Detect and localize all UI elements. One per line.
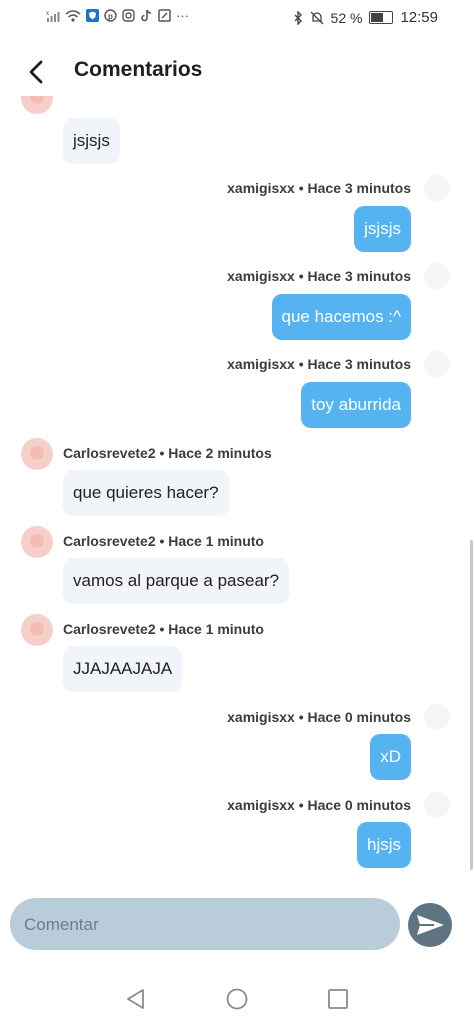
avatar[interactable] (21, 614, 53, 646)
comment-meta: Carlosrevete2 • Hace 1 minuto (63, 533, 264, 549)
nav-back-button[interactable] (124, 987, 148, 1016)
comment-bubble-outgoing: que hacemos :^ (271, 294, 411, 340)
avatar-placeholder (424, 351, 450, 377)
comment-meta: xamigisxx • Hace 3 minutos (227, 268, 411, 284)
avatar (21, 96, 53, 114)
wifi-icon (65, 9, 81, 22)
comment-meta: xamigisxx • Hace 3 minutos (227, 180, 411, 196)
comment-composer (10, 898, 400, 952)
comment-meta: Carlosrevete2 • Hace 1 minuto (63, 621, 264, 637)
signal-icon: x (46, 11, 60, 22)
comment-input[interactable] (22, 898, 386, 952)
comment-meta: Carlosrevete2 • Hace 2 minutos (63, 445, 272, 461)
comment-bubble-outgoing: toy aburrida (301, 382, 411, 428)
mute-icon (310, 11, 323, 24)
avatar-placeholder (424, 175, 450, 201)
avatar-placeholder (424, 792, 450, 818)
scrollbar[interactable] (470, 540, 473, 870)
more-notifications-icon: ··· (176, 8, 189, 23)
avatar[interactable] (21, 526, 53, 558)
instagram-icon (122, 9, 135, 22)
comments-feed[interactable]: jsjsjs xamigisxx • Hace 3 minutos jsjsjs… (0, 96, 474, 886)
nav-home-button[interactable] (225, 987, 249, 1016)
avatar[interactable] (21, 438, 53, 470)
square-recents-icon (328, 989, 348, 1009)
page-title: Comentarios (74, 58, 203, 81)
clock: 12:59 (400, 9, 438, 26)
pinterest-icon: p (104, 9, 117, 22)
avatar-placeholder (424, 263, 450, 289)
avatar-placeholder (424, 704, 450, 730)
comment-bubble-incoming: vamos al parque a pasear? (63, 558, 290, 604)
app-icon (158, 9, 171, 22)
comment-bubble-outgoing: jsjsjs (354, 206, 411, 252)
nav-recents-button[interactable] (326, 987, 350, 1016)
notification-icons: x p ··· (46, 8, 189, 23)
comment-bubble-incoming: JJAJAAJAJA (63, 646, 183, 692)
chevron-left-icon (29, 60, 43, 84)
svg-text:x: x (46, 11, 49, 17)
tiktok-icon (141, 9, 152, 22)
svg-text:p: p (108, 12, 113, 21)
comment-bubble-incoming: que quieres hacer? (63, 470, 229, 516)
battery-icon (369, 11, 394, 24)
status-bar: x p ··· 52 % 12:59 (0, 0, 474, 36)
bluetooth-icon (294, 10, 302, 25)
circle-home-icon (226, 988, 248, 1010)
battery-percent: 52 % (330, 9, 363, 26)
comment-bubble-outgoing: hjsjs (356, 822, 411, 868)
comment-bubble-outgoing: xD (370, 734, 411, 780)
comment-meta: xamigisxx • Hace 0 minutos (227, 797, 411, 813)
comment-meta: xamigisxx • Hace 0 minutos (227, 709, 411, 725)
triangle-back-icon (127, 989, 144, 1009)
app-header: Comentarios (0, 50, 474, 94)
comment-bubble-incoming: jsjsjs (63, 118, 120, 164)
shield-app-icon (86, 9, 99, 22)
send-button[interactable] (408, 903, 452, 947)
back-button[interactable] (24, 58, 48, 86)
comment-meta: xamigisxx • Hace 3 minutos (227, 356, 411, 372)
system-nav-bar (0, 975, 474, 1027)
paper-plane-icon (417, 915, 444, 935)
system-status: 52 % 12:59 (293, 9, 438, 26)
